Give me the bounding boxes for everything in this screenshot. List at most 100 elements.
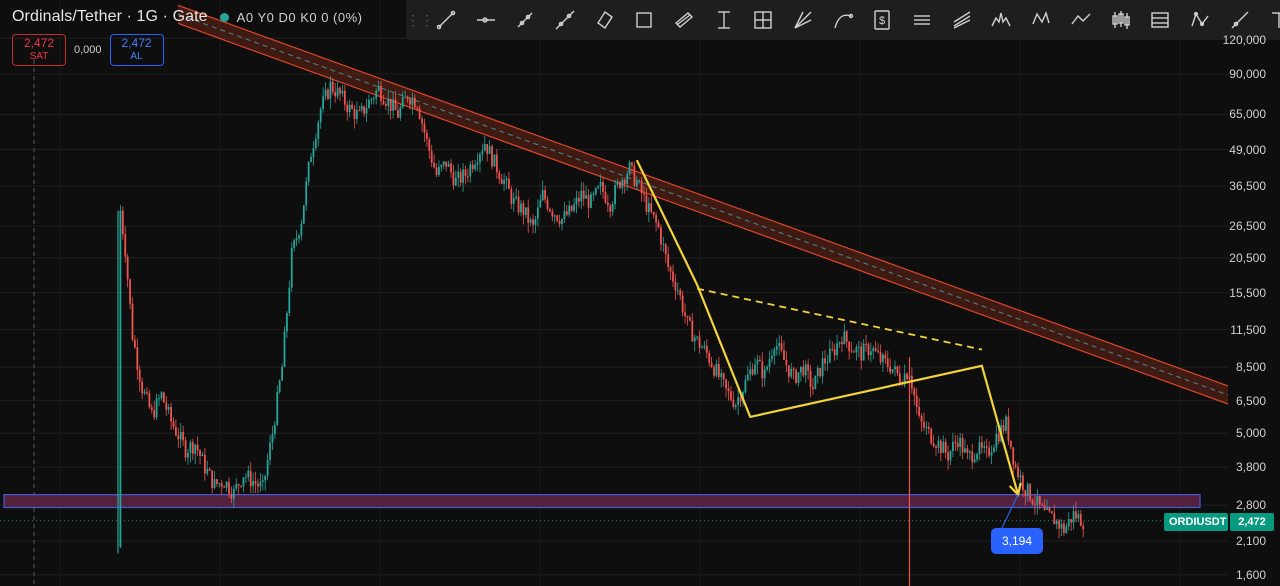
candle-body <box>413 97 416 108</box>
cross-measure-tool[interactable] <box>744 0 784 40</box>
candle-body <box>679 290 682 296</box>
candle-body <box>860 346 863 361</box>
candle-body <box>604 192 607 203</box>
candle-body <box>266 459 269 476</box>
candle-body <box>141 381 144 394</box>
candle-body <box>293 240 296 248</box>
candle-body <box>1036 496 1039 505</box>
candle-body <box>435 167 438 175</box>
sell-button[interactable]: 2,472 SAT <box>12 34 66 66</box>
drawing-toolbar: ⋮⋮ $ <box>406 0 1280 40</box>
candle-body <box>317 122 320 139</box>
candle-body <box>597 186 600 189</box>
flat-top-bottom-tool[interactable] <box>942 0 982 40</box>
trend-line-tool[interactable] <box>426 0 466 40</box>
info-line-tool[interactable] <box>505 0 545 40</box>
cross-measure-icon <box>754 11 773 29</box>
candle-body <box>175 426 177 436</box>
projection-price-tag[interactable]: 3,194 <box>991 528 1043 554</box>
candle-body <box>503 180 505 184</box>
candle-body <box>640 180 643 194</box>
candle-body <box>264 475 267 481</box>
horizontal-ray-tool[interactable] <box>466 0 506 40</box>
long-position-tool[interactable] <box>902 0 942 40</box>
candle-body <box>841 342 843 345</box>
head-shoulders-tool[interactable] <box>982 0 1022 40</box>
candle-body <box>676 290 679 292</box>
candle-body <box>824 358 826 364</box>
candle-body <box>493 154 496 167</box>
candle-body <box>778 343 781 347</box>
candle-body <box>401 97 404 108</box>
candle-body <box>491 146 493 167</box>
toolbar-drag-handle[interactable]: ⋮⋮ <box>406 12 434 29</box>
candle-body <box>276 391 279 425</box>
candle-body <box>599 182 602 187</box>
rectangle-tool[interactable] <box>624 0 664 40</box>
candle-body <box>167 407 170 410</box>
buy-button[interactable]: 2,472 AL <box>109 34 164 66</box>
candle-body <box>1072 511 1075 523</box>
candle-body <box>939 440 942 453</box>
candle-body <box>968 451 971 453</box>
candle-body <box>302 205 305 224</box>
candle-body <box>853 351 855 353</box>
candle-body <box>715 363 718 376</box>
date-range-icon <box>717 11 730 29</box>
candle-body <box>763 369 766 379</box>
path-icon <box>1071 13 1091 25</box>
candle-body <box>510 188 513 204</box>
candle-body <box>674 281 677 291</box>
symbol-title[interactable]: Ordinals/Tether · 1G · Gate <box>12 8 208 26</box>
price-axis-tick: 1,600 <box>1235 567 1266 582</box>
candle-body <box>935 446 937 448</box>
rotated-rectangle-tool[interactable] <box>585 0 625 40</box>
table-tool[interactable] <box>1140 0 1180 40</box>
candle-body <box>172 421 175 427</box>
quick-trade-panel: 2,472 SAT 0,000 2,472 AL <box>12 34 164 66</box>
candle-body <box>1029 483 1032 501</box>
xabcd-pattern-tool[interactable] <box>1021 0 1061 40</box>
candle-body <box>162 392 165 403</box>
symbol-price-tag: ORDIUSDT <box>1164 513 1228 531</box>
path-tool[interactable] <box>1061 0 1101 40</box>
parallel-channel-tool[interactable] <box>664 0 704 40</box>
candle-body <box>372 98 375 100</box>
candle-body <box>466 176 469 178</box>
price-axis-tick: 90,000 <box>1229 67 1266 81</box>
candle-body <box>428 139 431 151</box>
candle-body <box>664 244 667 255</box>
price-chart[interactable] <box>0 0 1280 586</box>
extended-line-tool[interactable] <box>545 0 585 40</box>
candle-body <box>609 205 612 212</box>
candle-body <box>623 179 626 184</box>
candle-body <box>411 97 414 105</box>
candle-body <box>845 331 848 342</box>
candle-body <box>787 365 790 377</box>
candle-body <box>1067 519 1070 527</box>
candles-tool[interactable] <box>1101 0 1141 40</box>
candle-body <box>201 454 204 456</box>
date-range-tool[interactable] <box>704 0 744 40</box>
candle-body <box>211 470 214 488</box>
fib-fan-tool[interactable] <box>783 0 823 40</box>
chart-header: Ordinals/Tether · 1G · Gate A0 Y0 D0 K0 … <box>12 6 363 28</box>
candle-body <box>942 441 945 453</box>
price-range-tool[interactable]: $ <box>863 0 903 40</box>
candle-body <box>155 398 158 418</box>
polyline-tool[interactable] <box>1180 0 1220 40</box>
candle-body <box>182 431 185 441</box>
candle-body <box>486 143 489 154</box>
candle-body <box>766 367 769 370</box>
price-axis-tick: 5,000 <box>1235 426 1266 441</box>
candle-body <box>915 395 918 408</box>
info-line-icon <box>517 12 533 28</box>
candle-body <box>124 234 127 257</box>
candle-body <box>971 451 974 463</box>
spread-value: 0,000 <box>74 44 102 56</box>
candle-body <box>150 407 153 411</box>
candle-body <box>129 279 131 304</box>
candle-body <box>223 486 226 488</box>
arc-tool[interactable] <box>823 0 863 40</box>
candle-body <box>783 350 785 360</box>
